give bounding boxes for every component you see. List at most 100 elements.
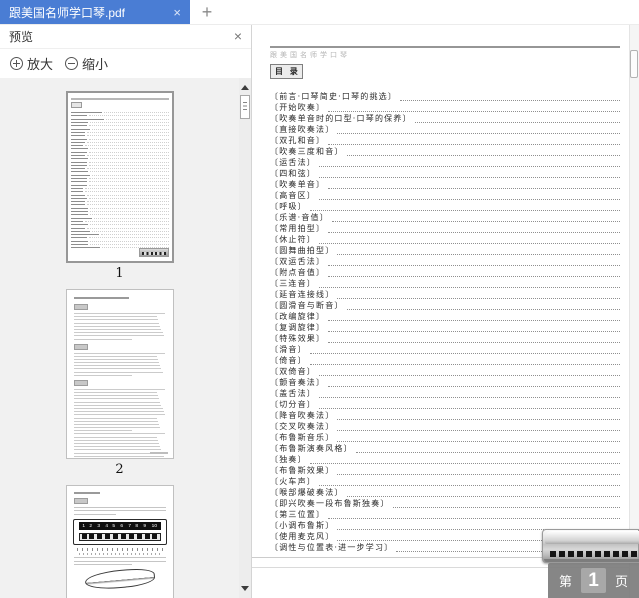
- toc-entry: 〔切分音〕: [270, 399, 620, 410]
- zoom-in-label: 放大: [27, 57, 54, 72]
- toc-entry: 〔乐谱·音值〕: [270, 212, 620, 223]
- toc-entry: 〔第三位置〕: [270, 509, 620, 520]
- new-tab-button[interactable]: +: [194, 0, 220, 24]
- harmonica-coverplate: [545, 531, 639, 544]
- mini-text-line: [73, 560, 166, 562]
- toc-entry-text: 〔倚音〕: [270, 356, 307, 365]
- thumbnail-page-2[interactable]: [65, 289, 174, 459]
- zoom-in-button[interactable]: 放大: [10, 54, 53, 73]
- toc-dot-leader: [328, 320, 620, 321]
- toc-entry-text: 〔颤音奏法〕: [270, 378, 326, 387]
- toc-entry-text: 〔双运舌法〕: [270, 257, 326, 266]
- toc-dot-leader: [331, 221, 620, 222]
- main-scrollbar[interactable]: [629, 24, 639, 598]
- toc-entry-text: 〔吹奏三度和音〕: [270, 147, 344, 156]
- toc-dot-leader: [328, 232, 620, 233]
- toc-dot-leader: [346, 155, 620, 156]
- zoom-out-button[interactable]: 缩小: [65, 54, 108, 73]
- toc-entry: 〔复调旋律〕: [270, 322, 620, 333]
- toc-entry-text: 〔圆滑音与断音〕: [270, 301, 344, 310]
- toc-entry: 〔休止符〕: [270, 234, 620, 245]
- toc-entry-text: 〔即兴吹奏一段布鲁斯独奏〕: [270, 499, 390, 508]
- toc-entry: 〔倚音〕: [270, 355, 620, 366]
- toc-dot-leader: [319, 243, 620, 244]
- toc-entry: 〔即兴吹奏一段布鲁斯独奏〕: [270, 498, 620, 509]
- harmonica-base: [544, 559, 639, 562]
- toc-entry: 〔双倚音〕: [270, 366, 620, 377]
- scroll-down-arrow-icon[interactable]: [241, 586, 249, 591]
- main-scrollbar-thumb[interactable]: [630, 50, 638, 78]
- tab-document[interactable]: 跟美国名师学口琴.pdf ×: [0, 0, 190, 24]
- toc-entry: 〔特殊效果〕: [270, 333, 620, 344]
- page-number-input[interactable]: 1: [581, 568, 606, 593]
- mini-section-label: [73, 498, 88, 504]
- mini-text-line: [73, 513, 116, 515]
- mini-note-name-marks: [78, 552, 161, 555]
- toc-entry-text: 〔三连音〕: [270, 279, 316, 288]
- toc-entry-text: 〔呼吸〕: [270, 202, 307, 211]
- toc-dot-leader: [319, 287, 620, 288]
- toc-entry: 〔交叉吹奏法〕: [270, 421, 620, 432]
- thumbnail-label-1: 1: [115, 266, 124, 281]
- toc-entry: 〔常用拍型〕: [270, 223, 620, 234]
- toc-entry-text: 〔交叉吹奏法〕: [270, 422, 335, 431]
- toc-entry: 〔降音吹奏法〕: [270, 410, 620, 421]
- toc-entry: 〔圆滑音与断音〕: [270, 300, 620, 311]
- mini-text-line: [73, 507, 166, 508]
- toc-entry: 〔布鲁斯效果〕: [270, 465, 620, 476]
- toc-dot-leader: [346, 496, 620, 497]
- zoom-toolbar: 放大 缩小: [0, 49, 251, 79]
- toc-dot-leader: [337, 133, 620, 134]
- toc-dot-leader: [319, 177, 620, 178]
- toc-entry-text: 〔滑音〕: [270, 345, 307, 354]
- sidebar-scrollbar[interactable]: [239, 78, 251, 598]
- toc-dot-leader: [319, 397, 620, 398]
- thumbnail-page-3[interactable]: 1 2 3 4 5 6 7 8 9 10: [65, 485, 174, 598]
- toc-entry-text: 〔吹奏单音〕: [270, 180, 326, 189]
- toc-entry: 〔双孔和音〕: [270, 135, 620, 146]
- toc-entry: 〔附点音值〕: [270, 267, 620, 278]
- toc-entry-text: 〔高音区〕: [270, 191, 316, 200]
- harmonica-holes: [550, 550, 637, 558]
- toc-dot-leader: [319, 375, 620, 376]
- scroll-up-arrow-icon[interactable]: [241, 85, 249, 90]
- toc-entry-text: 〔运舌法〕: [270, 158, 316, 167]
- toc-dot-leader: [309, 463, 620, 464]
- toc-dot-leader: [355, 452, 620, 453]
- pdf-page-1: 跟美国名师学口琴 目 录 〔前言·口琴简史·口琴的挑选〕 〔开始吹奏〕 〔吹奏单音时…: [252, 24, 629, 558]
- toc-entry: 〔高音区〕: [270, 190, 620, 201]
- sidebar-title: 预览: [9, 29, 34, 44]
- toc-entry: 〔改编旋律〕: [270, 311, 620, 322]
- toc-entry: 〔四和弦〕: [270, 168, 620, 179]
- mini-harmonica-image: [138, 248, 169, 257]
- toc-entry-text: 〔双孔和音〕: [270, 136, 326, 145]
- toc-entry-text: 〔喉部爆破奏法〕: [270, 488, 344, 497]
- toc-dot-leader: [337, 419, 620, 420]
- sidebar-scrollbar-thumb[interactable]: [240, 95, 250, 119]
- toc-entry: 〔吹奏单音〕: [270, 179, 620, 190]
- toc-entry-text: 〔直接吹奏法〕: [270, 125, 335, 134]
- sidebar-close-icon[interactable]: ×: [234, 29, 242, 43]
- page-indicator-suffix: 页: [615, 574, 629, 589]
- toc-entry-text: 〔双倚音〕: [270, 367, 316, 376]
- toc-dot-leader: [328, 111, 620, 112]
- toc-entry-text: 〔特殊效果〕: [270, 334, 326, 343]
- page-header-rule: [270, 46, 620, 48]
- toc-entry-text: 〔开始吹奏〕: [270, 103, 326, 112]
- tab-bar: 跟美国名师学口琴.pdf × +: [0, 0, 639, 25]
- toc-entry-text: 〔延音连接线〕: [270, 290, 335, 299]
- toc-entry-text: 〔休止符〕: [270, 235, 316, 244]
- zoom-out-icon: [65, 57, 79, 70]
- toc-entry: 〔火车声〕: [270, 476, 620, 487]
- tab-close-icon[interactable]: ×: [167, 6, 181, 19]
- toc-dot-leader: [337, 298, 620, 299]
- mini-harmonica-diagram: 1 2 3 4 5 6 7 8 9 10: [72, 518, 167, 545]
- thumbnail-label-2: 2: [115, 462, 124, 477]
- thumbnail-page-1[interactable]: [65, 91, 174, 263]
- harmonica-image: [542, 529, 639, 563]
- toc-entry-text: 〔布鲁斯音乐〕: [270, 433, 335, 442]
- toc-dot-leader: [337, 441, 620, 442]
- mini-toc-title: [70, 102, 82, 108]
- toc-entry: 〔双运舌法〕: [270, 256, 620, 267]
- toc-dot-leader: [328, 276, 620, 277]
